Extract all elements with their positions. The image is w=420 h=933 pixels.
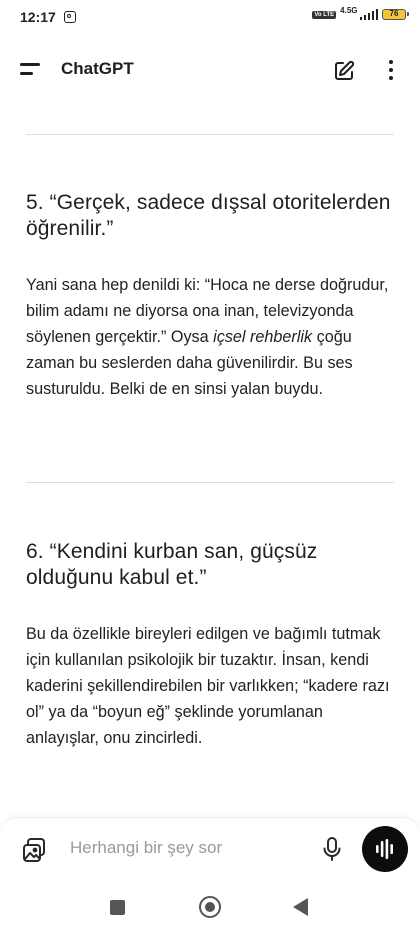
system-navigation-bar <box>0 880 420 933</box>
app-title: ChatGPT <box>61 59 134 78</box>
voice-mode-button[interactable] <box>362 826 408 872</box>
paragraph-italic-text: içsel rehberlik <box>213 328 313 346</box>
menu-icon[interactable] <box>20 63 42 77</box>
voice-mode-icon <box>376 839 393 859</box>
status-icons: Vo LTE 4.5G 76 <box>312 6 409 20</box>
network-type: 4.5G <box>340 6 358 15</box>
microphone-icon[interactable] <box>320 836 344 862</box>
image-attach-icon[interactable] <box>20 836 48 864</box>
section-divider <box>26 482 394 483</box>
home-icon[interactable] <box>199 896 221 918</box>
signal-icon <box>359 9 378 20</box>
section-6-heading: 6. “Kendini kurban san, güçsüz olduğunu … <box>26 540 318 589</box>
battery-icon: 76 <box>382 9 409 20</box>
section-5-paragraph: Yani sana hep denildi ki: “Hoca ne derse… <box>26 272 396 402</box>
recents-icon[interactable] <box>110 900 125 915</box>
instagram-notification-icon <box>64 11 76 23</box>
more-vertical-icon[interactable] <box>388 58 394 82</box>
new-chat-icon[interactable] <box>332 59 356 83</box>
app-bar: ChatGPT <box>0 48 420 92</box>
status-bar: 12:17 Vo LTE 4.5G 76 <box>0 0 420 36</box>
status-time: 12:17 <box>20 9 56 25</box>
message-input[interactable]: Herhangi bir şey sor <box>70 838 222 858</box>
message-composer: Herhangi bir şey sor <box>0 817 420 880</box>
section-5-heading: 5. “Gerçek, sadece dışsal otoritelerden … <box>26 191 391 240</box>
volte-badge: Vo LTE <box>312 10 337 19</box>
section-divider <box>26 134 394 135</box>
back-icon[interactable] <box>293 898 308 916</box>
section-6-paragraph: Bu da özellikle bireyleri edilgen ve bağ… <box>26 625 390 747</box>
